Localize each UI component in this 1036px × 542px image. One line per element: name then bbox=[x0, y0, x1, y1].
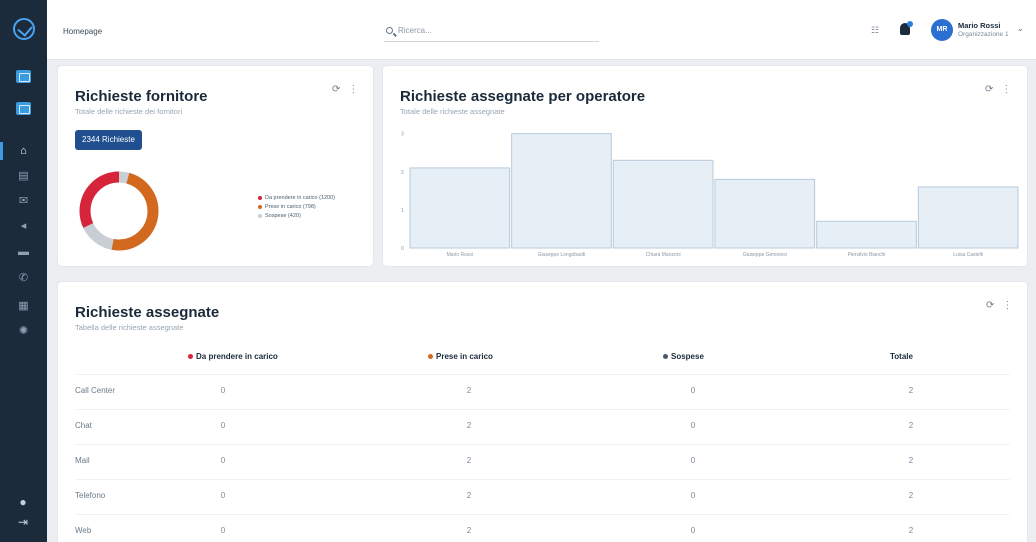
card-title: Richieste assegnate bbox=[75, 304, 220, 321]
bar bbox=[612, 159, 714, 249]
table-cell: 0 bbox=[690, 491, 696, 500]
x-tick-label: Giuseppe Genovesi bbox=[743, 252, 787, 258]
user-role: Organizzazione 1 bbox=[958, 31, 1009, 38]
settings-icon[interactable]: ✺ bbox=[16, 325, 31, 338]
more-icon[interactable]: ⋮ bbox=[1002, 300, 1012, 311]
table-cell: 0 bbox=[220, 491, 226, 500]
row-divider bbox=[75, 479, 1010, 480]
table-row-label: Web bbox=[75, 526, 92, 535]
x-tick-label: Chiara Manzoni bbox=[646, 252, 681, 258]
refresh-icon[interactable]: ⟳ bbox=[332, 84, 340, 95]
avatar[interactable]: MR bbox=[931, 19, 953, 41]
notification-dot bbox=[907, 21, 913, 27]
table-row-label: Mail bbox=[75, 456, 90, 465]
active-indicator bbox=[0, 142, 3, 160]
table-cell: 0 bbox=[220, 526, 226, 535]
x-tick-label: Giuseppe Longobardi bbox=[538, 252, 586, 258]
bar-chart: 0 1 2 3 Mario Rossi Giuseppe Longobardi Chiara… bbox=[401, 132, 1019, 258]
bar bbox=[511, 133, 612, 249]
table-cell: 2 bbox=[466, 421, 472, 430]
table-cell: 2 bbox=[466, 456, 472, 465]
table-cell: 0 bbox=[690, 386, 696, 395]
mail-icon[interactable]: ✉ bbox=[16, 195, 31, 208]
bar bbox=[714, 178, 816, 249]
table-cell: 2 bbox=[908, 526, 914, 535]
y-tick-label: 3 bbox=[401, 132, 404, 138]
sidebar: ⌂ ▤ ✉ ◂ ▬ ✆ ▦ ✺ ● ⇥ bbox=[0, 0, 47, 542]
table-cell: 0 bbox=[220, 456, 226, 465]
supplier-requests-card: Richieste fornitore Totale delle richies… bbox=[58, 66, 373, 266]
card-tools: ⟳ ⋮ bbox=[978, 300, 1012, 311]
breadcrumb[interactable]: Homepage bbox=[63, 27, 102, 36]
table-cell: 2 bbox=[466, 386, 472, 395]
table-cell: 2 bbox=[466, 526, 472, 535]
legend-item: Prese in carico (798) bbox=[258, 203, 335, 212]
bar bbox=[816, 220, 917, 249]
card-subtitle: Tabella delle richieste assegnate bbox=[75, 323, 184, 332]
card-tools: ⟳ ⋮ bbox=[324, 84, 358, 95]
table-cell: 0 bbox=[690, 456, 696, 465]
y-tick-label: 0 bbox=[401, 246, 404, 252]
user-name[interactable]: Mario Rossi bbox=[958, 21, 1001, 30]
logout-icon[interactable]: ⇥ bbox=[14, 515, 32, 533]
table-cell: 2 bbox=[908, 386, 914, 395]
top-header: Homepage Ricerca... ☷ MR Mario Rossi Org… bbox=[47, 0, 1036, 60]
dashboard-icon[interactable] bbox=[16, 70, 31, 83]
donut-chart bbox=[79, 171, 159, 251]
y-tick-label: 1 bbox=[401, 208, 404, 214]
share-icon[interactable]: ◂ bbox=[16, 220, 31, 233]
table-cell: 0 bbox=[220, 386, 226, 395]
operator-requests-card: Richieste assegnate per operatore Totale… bbox=[383, 66, 1027, 266]
table-cell: 2 bbox=[908, 421, 914, 430]
column-header-taken[interactable]: Prese in carico bbox=[428, 352, 493, 361]
row-divider bbox=[75, 444, 1010, 445]
legend-item: Da prendere in carico (1200) bbox=[258, 194, 335, 203]
table-cell: 0 bbox=[690, 526, 696, 535]
requests-count-badge[interactable]: 2344 Richieste bbox=[75, 130, 142, 150]
table-cell: 2 bbox=[908, 491, 914, 500]
table-cell: 0 bbox=[690, 421, 696, 430]
row-divider bbox=[75, 409, 1010, 410]
donut-legend: Da prendere in carico (1200) Prese in ca… bbox=[258, 194, 335, 221]
help-icon[interactable]: ● bbox=[14, 495, 32, 513]
y-tick-label: 2 bbox=[401, 170, 404, 176]
column-header-open[interactable]: Da prendere in carico bbox=[188, 352, 278, 361]
column-header-suspended[interactable]: Sospese bbox=[663, 352, 704, 361]
table-cell: 0 bbox=[220, 421, 226, 430]
grid-icon[interactable] bbox=[16, 102, 31, 115]
apps-icon[interactable]: ☷ bbox=[871, 25, 879, 36]
search-input[interactable]: Ricerca... bbox=[384, 22, 599, 42]
more-icon[interactable]: ⋮ bbox=[348, 84, 358, 95]
table-cell: 2 bbox=[908, 456, 914, 465]
card-title: Richieste fornitore bbox=[75, 88, 208, 105]
bar bbox=[917, 186, 1019, 249]
assigned-requests-card: Richieste assegnate Tabella delle richie… bbox=[58, 282, 1027, 542]
table-row-label: Chat bbox=[75, 421, 92, 430]
card-subtitle: Totale delle richieste dei fornitori bbox=[75, 107, 183, 116]
chevron-down-icon[interactable]: ⌄ bbox=[1017, 24, 1024, 33]
phone-icon[interactable]: ✆ bbox=[16, 272, 31, 285]
table-row-label: Call Center bbox=[75, 386, 116, 395]
home-icon[interactable]: ⌂ bbox=[16, 145, 31, 158]
column-header-total[interactable]: Totale bbox=[890, 352, 913, 361]
x-tick-label: Luisa Castelli bbox=[953, 252, 983, 258]
row-divider bbox=[75, 514, 1010, 515]
row-divider bbox=[75, 374, 1010, 375]
bar bbox=[409, 167, 511, 249]
search-placeholder: Ricerca... bbox=[398, 26, 432, 35]
x-tick-label: Piersilvio Bianchi bbox=[848, 252, 886, 258]
calendar-icon[interactable]: ▦ bbox=[16, 300, 31, 313]
document-icon[interactable]: ▤ bbox=[16, 170, 31, 183]
x-tick-label: Mario Rossi bbox=[447, 252, 473, 258]
table-cell: 2 bbox=[466, 491, 472, 500]
legend-item: Sospese (420) bbox=[258, 212, 335, 221]
refresh-icon[interactable]: ⟳ bbox=[986, 300, 994, 311]
app-logo-icon[interactable] bbox=[13, 18, 35, 40]
search-icon bbox=[386, 27, 393, 34]
table-row-label: Telefono bbox=[75, 491, 106, 500]
chat-icon[interactable]: ▬ bbox=[16, 246, 31, 259]
